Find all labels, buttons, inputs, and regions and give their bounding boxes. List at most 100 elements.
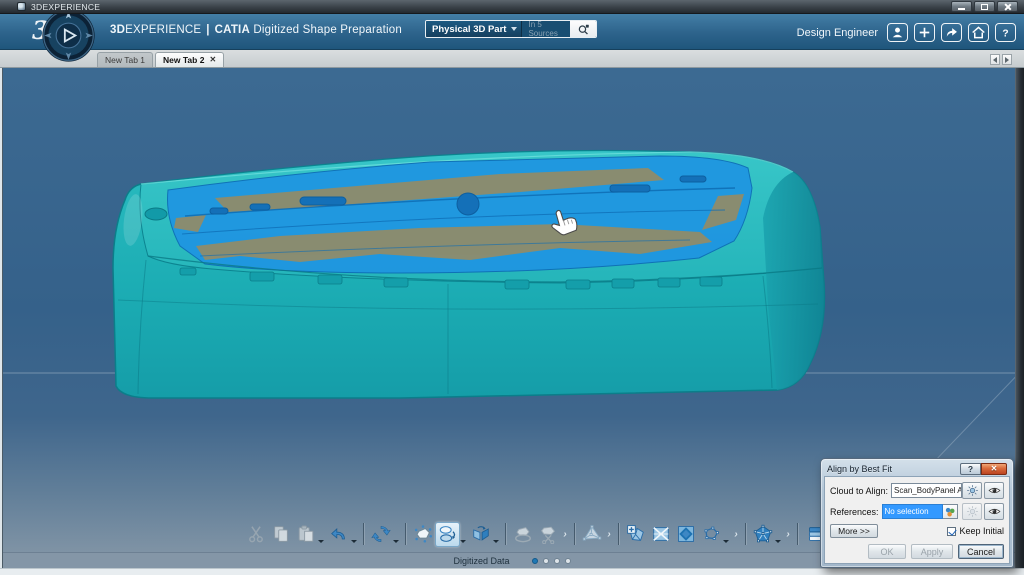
compute-button[interactable] [962,482,982,499]
body-panel-model[interactable] [113,151,824,398]
dropdown-arrow-icon[interactable] [493,540,499,543]
expand-arrow-icon[interactable]: › [784,529,792,540]
dropdown-arrow-icon[interactable] [460,540,466,543]
close-icon [1004,3,1012,11]
dialog-button-ok[interactable]: OK [868,544,906,559]
update-icon[interactable] [368,522,393,547]
rim-hole [145,208,167,220]
mesh-icon [579,522,604,547]
cloud-to-align-field[interactable]: Scan_BodyPanel A.1. [891,483,962,498]
visibility-button[interactable] [984,482,1004,499]
window-titlebar: 3DEXPERIENCE [0,0,1024,14]
more-button[interactable]: More >> [830,524,878,538]
cloud-trim-icon [535,522,560,547]
update-icon [966,505,979,518]
dialog-titlebar[interactable]: Align by Best Fit ? ✕ [824,461,1010,476]
search-input[interactable]: In 5 Sources [522,21,570,37]
cloud-selection-icon [510,522,535,547]
tab-close-icon[interactable]: ✕ [209,56,216,64]
header-icon-bar: ? [887,23,1016,42]
brand-catia: CATIA [215,24,250,36]
maximize-button[interactable] [974,1,995,12]
brand-experience: EXPERIENCE [125,24,201,36]
dropdown-arrow-icon[interactable] [723,540,729,543]
dialog-button-cancel[interactable]: Cancel [958,544,1004,559]
home-icon[interactable] [968,23,989,42]
dialog-close-button[interactable]: ✕ [981,463,1007,475]
update-icon [966,484,979,497]
toolbar-separator [405,523,406,545]
dropdown-arrow-icon[interactable] [318,540,324,543]
brand-title: 3DEXPERIENCE|CATIA Digitized Shape Prepa… [110,24,402,36]
search-scope-dropdown[interactable]: Physical 3D Part [426,21,522,37]
tab-label: New Tab 2 [163,55,204,65]
brand-separator: | [206,24,209,36]
minimize-button[interactable] [951,1,972,12]
selection-list-icon [944,506,956,518]
keep-initial-checkbox[interactable] [947,527,956,536]
close-button[interactable] [997,1,1018,12]
compass-icon[interactable] [41,8,96,63]
action-bar: › › › › [243,519,827,549]
add-icon[interactable] [914,23,935,42]
chevron-left-icon [993,57,997,63]
dialog-help-button[interactable]: ? [960,463,981,475]
cloud-to-align-label: Cloud to Align: [830,486,888,496]
eye-icon [988,505,1001,518]
visibility-button-2[interactable] [984,503,1004,520]
user-icon[interactable] [887,23,908,42]
dropdown-arrow-icon[interactable] [775,540,781,543]
section-label: Digitized Data [453,556,509,566]
toolbar-separator [505,523,506,545]
eye-icon [988,484,1001,497]
expand-arrow-icon[interactable]: › [732,529,740,540]
align-clouds-icon[interactable] [435,522,460,547]
svg-text:?: ? [1002,28,1008,39]
undo-icon[interactable] [326,522,351,547]
dialog-button-apply[interactable]: Apply [911,544,953,559]
expand-arrow-icon[interactable]: › [605,529,613,540]
window-left-frame [0,50,3,568]
page-dot-3[interactable] [554,558,560,564]
user-role-label: Design Engineer [797,27,878,39]
chevron-right-icon [1005,57,1009,63]
tab-scroll-right-button[interactable] [1002,54,1012,65]
page-dot-2[interactable] [543,558,549,564]
references-field[interactable]: No selection [882,504,943,519]
share-icon[interactable] [941,23,962,42]
maximize-icon [981,4,988,10]
search-button[interactable] [570,21,596,37]
tab-new-tab-1[interactable]: New Tab 1 [97,52,153,67]
cut-icon [243,522,268,547]
mesh-repair-icon[interactable] [648,522,673,547]
dialog-title: Align by Best Fit [827,464,960,474]
tab-label: New Tab 1 [105,55,145,65]
fill-holes-icon[interactable] [673,522,698,547]
dropdown-arrow-icon[interactable] [351,540,357,543]
references-label: References: [830,507,879,517]
mesh-cleanup-icon[interactable] [698,522,723,547]
keep-initial-label: Keep Initial [959,526,1004,536]
flip-normals-icon[interactable] [468,522,493,547]
page-dot-4[interactable] [565,558,571,564]
search-icon [576,22,591,37]
selection-list-button[interactable] [943,504,958,519]
global-search[interactable]: Physical 3D Part In 5 Sources [425,20,597,38]
mesh-optimize-icon[interactable] [750,522,775,547]
paste-icon [293,522,318,547]
dropdown-arrow-icon[interactable] [393,540,399,543]
page-dot-1[interactable] [532,558,538,564]
window-right-frame [1015,50,1024,568]
point-cloud-display-icon[interactable] [410,522,435,547]
tab-scroll-left-button[interactable] [990,54,1000,65]
mesh-add-icon[interactable] [623,522,648,547]
help-icon[interactable]: ? [995,23,1016,42]
toolbar-separator [797,523,798,545]
toolbar-separator [574,523,575,545]
chevron-down-icon [511,27,517,31]
window-bottom-edge [0,568,1024,575]
toolbar-separator [363,523,364,545]
tab-new-tab-2[interactable]: New Tab 2 ✕ [155,52,224,67]
search-scope-label: Physical 3D Part [432,24,506,35]
expand-arrow-icon[interactable]: › [561,529,569,540]
